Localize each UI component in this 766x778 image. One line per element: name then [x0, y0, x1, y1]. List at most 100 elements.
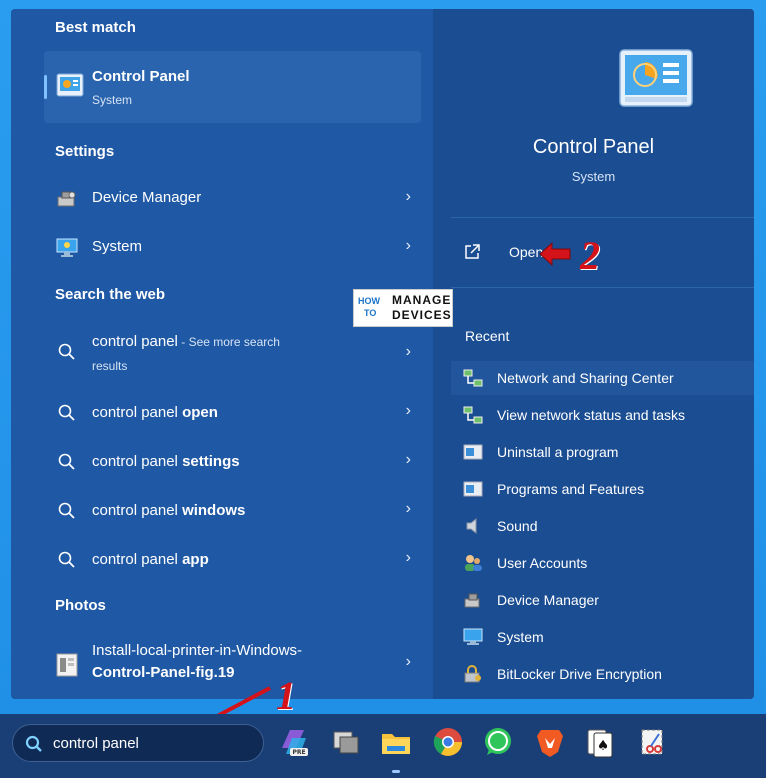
solitaire-icon[interactable]: ♠: [582, 724, 618, 760]
recent-item-label: Sound: [497, 518, 538, 534]
recent-item-label: Uninstall a program: [497, 444, 619, 460]
web-suggestion-windows[interactable]: control panel windows ›: [44, 490, 421, 530]
copilot-pre-icon[interactable]: PRE: [276, 724, 312, 760]
network-icon: [463, 369, 483, 392]
recent-item-sound[interactable]: Sound: [451, 509, 754, 543]
brave-browser-icon[interactable]: [532, 724, 568, 760]
recent-item-system[interactable]: System: [451, 620, 754, 654]
recent-item-device-manager[interactable]: Device Manager: [451, 583, 754, 617]
detail-subtitle: System: [571, 169, 616, 184]
photos-heading: Photos: [55, 597, 106, 614]
search-icon: [25, 735, 43, 758]
web-query-completion: app: [182, 551, 209, 568]
divider: [451, 287, 754, 288]
web-suggestion-text: control panel app: [92, 551, 209, 568]
logo-devices: DEVICES: [392, 308, 452, 322]
search-icon: [58, 502, 76, 525]
programs-icon: [463, 443, 483, 466]
programs-icon: [463, 480, 483, 503]
recent-item-label: User Accounts: [497, 555, 588, 571]
web-suggestion-app[interactable]: control panel app ›: [44, 539, 421, 579]
settings-heading: Settings: [55, 143, 115, 160]
selection-accent: [44, 75, 47, 99]
web-see-more: - See more search: [177, 335, 280, 349]
logo-to: TO: [364, 308, 377, 318]
active-app-indicator: [392, 770, 400, 773]
network-icon: [463, 406, 483, 429]
recent-item-label: Programs and Features: [497, 481, 645, 497]
annotation-step-2: 2: [580, 233, 600, 278]
recent-item-label: Network and Sharing Center: [497, 370, 674, 386]
recent-item-uninstall[interactable]: Uninstall a program: [451, 435, 754, 469]
taskbar: PRE ♠: [0, 714, 766, 778]
whatsapp-icon[interactable]: [480, 724, 516, 760]
speaker-icon: [463, 517, 483, 540]
settings-item-label: Device Manager: [92, 189, 202, 206]
photo-name-line1: Install-local-printer-in-Windows-: [92, 642, 303, 659]
control-panel-icon: [56, 73, 84, 104]
chevron-right-icon: ›: [405, 343, 411, 360]
web-suggestion-settings[interactable]: control panel settings ›: [44, 441, 421, 481]
settings-item-system[interactable]: System ›: [44, 228, 421, 268]
monitor-icon: [56, 238, 78, 263]
web-query: control panel: [92, 551, 183, 568]
logo-how: HOW: [358, 296, 380, 306]
recent-item-label: System: [497, 629, 544, 645]
web-query-completion: open: [182, 404, 218, 421]
users-icon: [463, 554, 483, 577]
chevron-right-icon: ›: [405, 451, 411, 468]
control-panel-large-icon: [619, 49, 693, 112]
recent-item-label: View network status and tasks: [497, 407, 686, 423]
search-icon: [58, 453, 76, 476]
best-match-heading: Best match: [55, 19, 136, 36]
open-external-icon: [463, 243, 481, 266]
web-query-completion: settings: [182, 453, 240, 470]
recent-item-network-sharing[interactable]: Network and Sharing Center: [451, 361, 754, 395]
chevron-right-icon: ›: [405, 188, 411, 205]
chrome-icon[interactable]: [430, 724, 466, 760]
best-match-control-panel[interactable]: Control Panel System: [44, 51, 421, 123]
web-query: control panel: [92, 333, 178, 350]
file-explorer-icon[interactable]: [378, 724, 414, 760]
results-list-pane: Best match Control Panel System Settings: [11, 9, 433, 699]
recent-item-bitlocker[interactable]: BitLocker Drive Encryption: [451, 657, 754, 691]
taskbar-search-box[interactable]: [12, 724, 264, 762]
web-suggestion-text: control panel windows: [92, 502, 245, 519]
recent-item-programs-features[interactable]: Programs and Features: [451, 472, 754, 506]
taskbar-search-input[interactable]: [53, 733, 253, 753]
web-query: control panel: [92, 404, 183, 421]
start-menu-search-results: Best match Control Panel System Settings: [11, 9, 754, 699]
chevron-right-icon: ›: [405, 653, 411, 670]
device-manager-icon: [56, 189, 78, 214]
best-match-subtitle: System: [92, 93, 133, 107]
best-match-title: Control Panel: [92, 68, 190, 85]
snipping-tool-icon[interactable]: [634, 724, 670, 760]
bitlocker-icon: [463, 665, 483, 688]
settings-item-device-manager[interactable]: Device Manager ›: [44, 179, 421, 219]
task-view-icon[interactable]: [328, 724, 364, 760]
svg-text:PRE: PRE: [292, 749, 305, 756]
annotation-step-1: 1: [276, 673, 296, 718]
web-suggestion-text: control panel - See more search: [92, 333, 280, 350]
chevron-right-icon: ›: [405, 237, 411, 254]
settings-item-label: System: [92, 238, 143, 255]
web-suggestion-text: control panel open: [92, 404, 218, 421]
web-suggestion-open[interactable]: control panel open ›: [44, 392, 421, 432]
search-icon: [58, 551, 76, 574]
chevron-right-icon: ›: [405, 500, 411, 517]
detail-title: Control Panel: [532, 136, 655, 158]
chevron-right-icon: ›: [405, 549, 411, 566]
search-icon: [58, 343, 76, 366]
web-see-more-line2: results: [92, 359, 128, 373]
divider: [451, 217, 754, 218]
detail-pane: Control Panel System Open Recent Network…: [433, 9, 754, 699]
web-query-completion: windows: [182, 502, 246, 519]
image-file-icon: [56, 653, 78, 682]
recent-item-label: Device Manager: [497, 592, 599, 608]
web-suggestion-see-more[interactable]: control panel - See more search results …: [44, 329, 421, 381]
howtomanagedevices-logo: HOW TO MANAGE DEVICES: [353, 289, 453, 327]
recent-item-user-accounts[interactable]: User Accounts: [451, 546, 754, 580]
search-web-heading: Search the web: [55, 286, 166, 303]
recent-item-network-status[interactable]: View network status and tasks: [451, 398, 754, 432]
logo-manage: MANAGE: [392, 293, 452, 307]
